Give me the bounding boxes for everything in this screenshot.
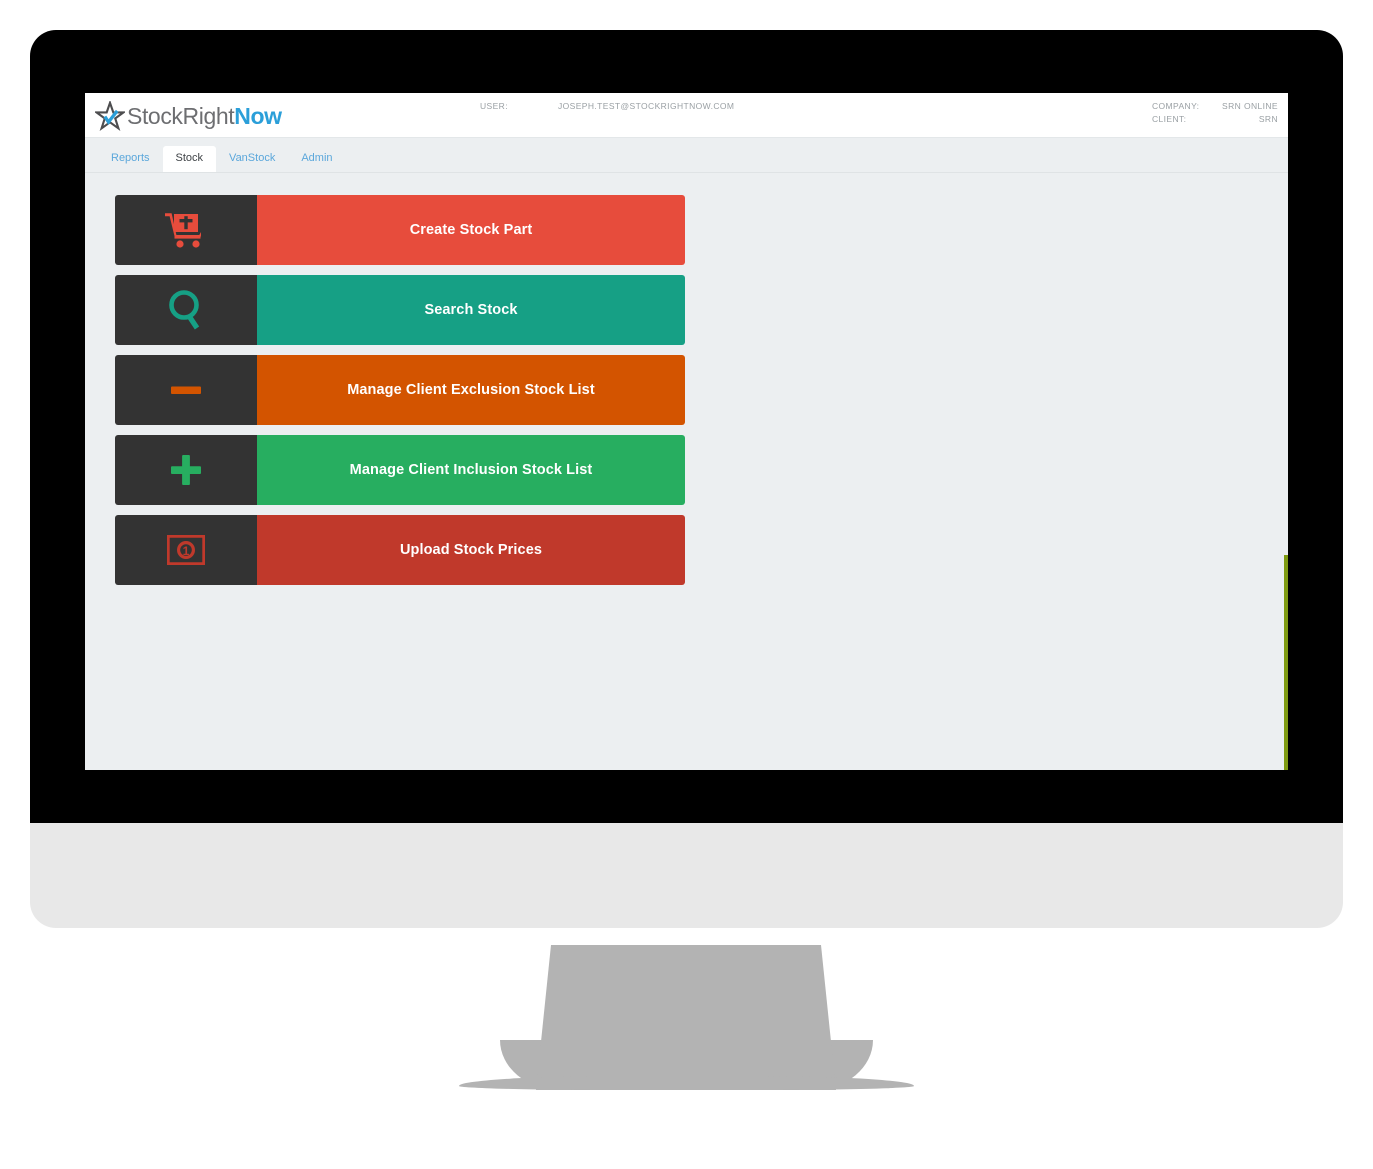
tile-label-manage-client-inclusion: Manage Client Inclusion Stock List — [257, 435, 685, 505]
tile-create-stock-part[interactable]: Create Stock Part — [115, 195, 685, 265]
minus-icon — [171, 386, 201, 394]
tile-manage-client-exclusion-stock-list[interactable]: Manage Client Exclusion Stock List — [115, 355, 685, 425]
user-label: USER: — [480, 101, 508, 111]
tile-icon-panel: 1 — [115, 515, 257, 585]
brand-wordmark: StockRightNow — [127, 103, 282, 130]
tile-label-upload-stock-prices: Upload Stock Prices — [257, 515, 685, 585]
company-value: SRN ONLINE — [1222, 101, 1278, 111]
svg-text:1: 1 — [183, 544, 190, 558]
tile-manage-client-inclusion-stock-list[interactable]: Manage Client Inclusion Stock List — [115, 435, 685, 505]
monitor-stand-neck — [536, 945, 836, 1090]
tab-vanstock[interactable]: VanStock — [216, 146, 288, 172]
brand-text-right: Right — [182, 102, 235, 129]
banknote-icon: 1 — [167, 535, 205, 565]
client-value: SRN — [1258, 114, 1278, 124]
tile-icon-panel — [115, 275, 257, 345]
stock-action-tile-menu: Create Stock Part Search Stock Manage Cl… — [85, 173, 1288, 585]
tile-icon-panel — [115, 195, 257, 265]
tab-stock[interactable]: Stock — [162, 146, 217, 172]
tab-admin[interactable]: Admin — [288, 146, 345, 172]
plus-icon — [171, 455, 201, 485]
tile-icon-panel — [115, 435, 257, 505]
star-logo-icon — [95, 101, 125, 131]
brand-text-stock: Stock — [127, 102, 183, 129]
tile-label-search-stock: Search Stock — [257, 275, 685, 345]
tile-search-stock[interactable]: Search Stock — [115, 275, 685, 345]
tile-label-manage-client-exclusion: Manage Client Exclusion Stock List — [257, 355, 685, 425]
tab-reports[interactable]: Reports — [98, 146, 163, 172]
user-email-value: JOSEPH.TEST@STOCKRIGHTNOW.COM — [558, 101, 735, 111]
client-label: CLIENT: — [1152, 114, 1187, 124]
monitor-mockup: StockRightNow USER: JOSEPH.TEST@STOCKRIG… — [0, 0, 1373, 1169]
monitor-stand-foot — [459, 1076, 914, 1090]
client-row: CLIENT: SRN — [1152, 113, 1278, 126]
search-icon — [169, 290, 200, 330]
monitor-screen: StockRightNow USER: JOSEPH.TEST@STOCKRIG… — [85, 93, 1288, 770]
app-header: StockRightNow USER: JOSEPH.TEST@STOCKRIG… — [85, 93, 1288, 138]
brand-text-now: Now — [234, 102, 282, 129]
screen-edge-strip — [1284, 555, 1288, 770]
cart-plus-icon — [165, 213, 201, 248]
account-info: COMPANY: SRN ONLINE CLIENT: SRN — [1152, 100, 1278, 126]
brand-logo[interactable]: StockRightNow — [95, 97, 282, 135]
company-label: COMPANY: — [1152, 101, 1200, 111]
monitor-chin-panel — [30, 823, 1343, 928]
nav-tab-bar: Reports Stock VanStock Admin — [85, 138, 1288, 173]
user-info: USER: JOSEPH.TEST@STOCKRIGHTNOW.COM — [480, 101, 734, 111]
company-row: COMPANY: SRN ONLINE — [1152, 100, 1278, 113]
tile-label-create-stock-part: Create Stock Part — [257, 195, 685, 265]
tile-upload-stock-prices[interactable]: 1 Upload Stock Prices — [115, 515, 685, 585]
tile-icon-panel — [115, 355, 257, 425]
